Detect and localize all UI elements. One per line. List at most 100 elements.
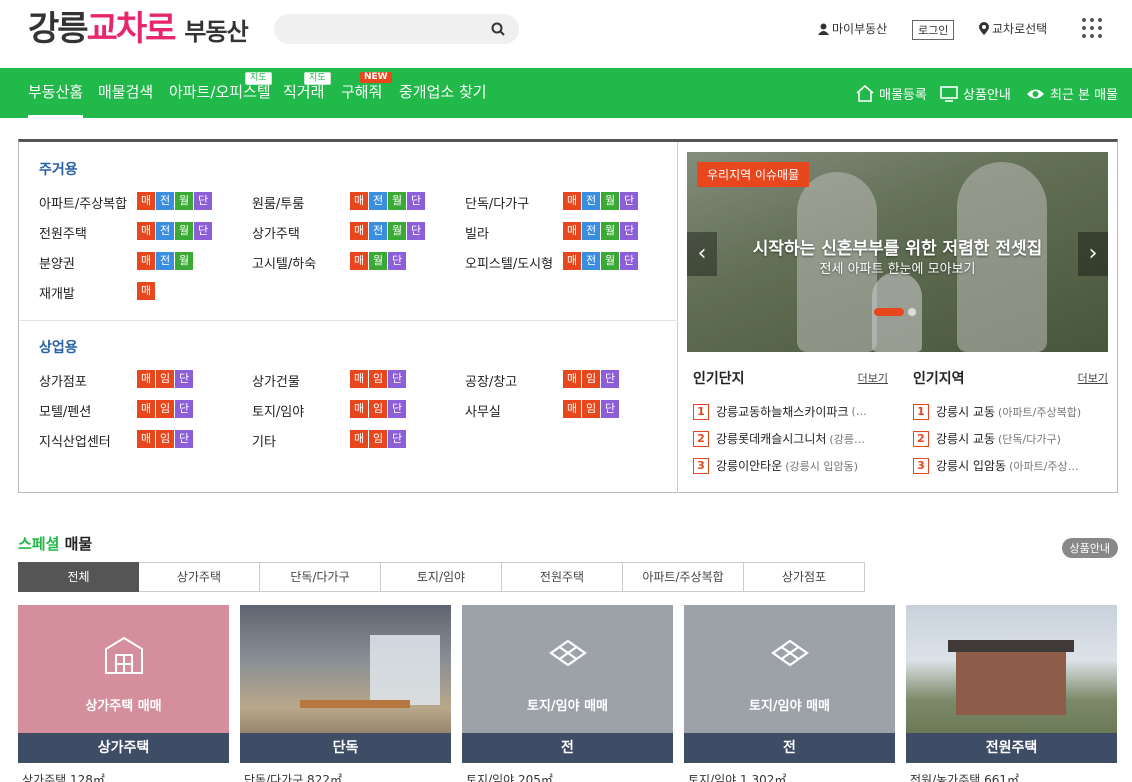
deal-type-tag[interactable]: 전	[156, 192, 174, 210]
category-link[interactable]: 상가주택	[252, 223, 300, 242]
popular-area-more-link[interactable]: 더보기	[1078, 370, 1108, 386]
search-icon[interactable]	[491, 22, 505, 36]
special-tab[interactable]: 상가주택	[139, 562, 260, 592]
deal-type-tag[interactable]: 전	[582, 192, 600, 210]
ranking-item[interactable]: 2 강릉시 교동 (단독/다가구)	[913, 425, 1108, 452]
popular-complex-more-link[interactable]: 더보기	[858, 370, 888, 386]
deal-type-tag[interactable]: 매	[563, 400, 581, 418]
category-link[interactable]: 고시텔/하숙	[252, 253, 316, 272]
category-link[interactable]: 공장/창고	[465, 371, 517, 390]
category-link[interactable]: 지식산업센터	[39, 431, 111, 450]
deal-type-tag[interactable]: 매	[350, 222, 368, 240]
deal-type-tag[interactable]: 단	[620, 192, 638, 210]
card-caption[interactable]: 토지/임야 205㎡	[466, 771, 553, 782]
listing-card[interactable]: 토지/임야 매매 전	[684, 605, 895, 763]
pagination-dot-active[interactable]	[874, 308, 904, 316]
category-link[interactable]: 토지/임야	[252, 401, 304, 420]
deal-type-tag[interactable]: 매	[350, 430, 368, 448]
deal-type-tag[interactable]: 월	[175, 192, 193, 210]
listing-card[interactable]: 토지/임야 매매 전	[462, 605, 673, 763]
route-select-link[interactable]: 교차로선택	[979, 20, 1047, 37]
deal-type-tag[interactable]: 월	[175, 252, 193, 270]
deal-type-tag[interactable]: 임	[156, 400, 174, 418]
deal-type-tag[interactable]: 매	[137, 252, 155, 270]
category-link[interactable]: 아파트/주상복합	[39, 193, 127, 212]
deal-type-tag[interactable]: 월	[601, 222, 619, 240]
nav-item-direct-deal[interactable]: 직거래 지도	[283, 68, 331, 118]
deal-type-tag[interactable]: 월	[388, 222, 406, 240]
deal-type-tag[interactable]: 단	[388, 252, 406, 270]
deal-type-tag[interactable]: 단	[388, 400, 406, 418]
deal-type-tag[interactable]: 전	[156, 252, 174, 270]
category-link[interactable]: 오피스텔/도시형	[465, 253, 553, 272]
register-listing-link[interactable]: 매물등록	[856, 84, 927, 103]
deal-type-tag[interactable]: 단	[388, 430, 406, 448]
deal-type-tag[interactable]: 단	[175, 400, 193, 418]
deal-type-tag[interactable]: 단	[601, 400, 619, 418]
deal-type-tag[interactable]: 매	[137, 282, 155, 300]
deal-type-tag[interactable]: 단	[388, 370, 406, 388]
deal-type-tag[interactable]: 매	[350, 370, 368, 388]
search-input[interactable]	[274, 14, 474, 44]
pagination-dot[interactable]	[908, 308, 916, 316]
deal-type-tag[interactable]: 전	[156, 222, 174, 240]
card-caption[interactable]: 전원/농가주택 661㎡	[910, 771, 1019, 782]
category-link[interactable]: 상가건물	[252, 371, 300, 390]
special-tab[interactable]: 아파트/주상복합	[623, 562, 744, 592]
deal-type-tag[interactable]: 단	[620, 252, 638, 270]
deal-type-tag[interactable]: 단	[407, 222, 425, 240]
category-link[interactable]: 분양권	[39, 253, 75, 272]
category-link[interactable]: 단독/다가구	[465, 193, 529, 212]
deal-type-tag[interactable]: 임	[369, 430, 387, 448]
product-guide-link[interactable]: 상품안내	[940, 84, 1011, 103]
special-guide-button[interactable]: 상품안내	[1061, 538, 1118, 558]
deal-type-tag[interactable]: 전	[369, 222, 387, 240]
deal-type-tag[interactable]: 단	[601, 370, 619, 388]
all-menu-grid-icon[interactable]	[1082, 18, 1102, 38]
ranking-item[interactable]: 3 강릉시 입암동 (아파트/주상…	[913, 452, 1108, 479]
deal-type-tag[interactable]: 매	[137, 430, 155, 448]
category-link[interactable]: 상가점포	[39, 371, 87, 390]
deal-type-tag[interactable]: 임	[156, 370, 174, 388]
nav-item-find-me[interactable]: 구해줘 NEW	[341, 68, 392, 118]
special-tab[interactable]: 전원주택	[502, 562, 623, 592]
nav-item-apartment[interactable]: 아파트/오피스텔 지도	[169, 68, 272, 118]
category-link[interactable]: 재개발	[39, 283, 75, 302]
deal-type-tag[interactable]: 매	[137, 400, 155, 418]
ranking-item[interactable]: 3 강릉이안타운 (강릉시 입암동)	[693, 452, 888, 479]
deal-type-tag[interactable]: 전	[582, 222, 600, 240]
listing-card[interactable]: 상가주택 매매 상가주택	[18, 605, 229, 763]
listing-card[interactable]: 전원주택	[906, 605, 1117, 763]
banner-prev-arrow-icon[interactable]: ‹	[687, 232, 717, 276]
deal-type-tag[interactable]: 단	[194, 222, 212, 240]
deal-type-tag[interactable]: 매	[137, 222, 155, 240]
deal-type-tag[interactable]: 매	[563, 370, 581, 388]
deal-type-tag[interactable]: 단	[407, 192, 425, 210]
deal-type-tag[interactable]: 임	[582, 400, 600, 418]
deal-type-tag[interactable]: 월	[601, 192, 619, 210]
special-tab[interactable]: 전체	[18, 562, 139, 592]
listing-card[interactable]: 단독	[240, 605, 451, 763]
deal-type-tag[interactable]: 단	[194, 192, 212, 210]
category-link[interactable]: 모텔/펜션	[39, 401, 91, 420]
deal-type-tag[interactable]: 매	[563, 222, 581, 240]
deal-type-tag[interactable]: 매	[137, 192, 155, 210]
deal-type-tag[interactable]: 매	[137, 370, 155, 388]
login-button[interactable]: 로그인	[912, 20, 955, 40]
deal-type-tag[interactable]: 임	[582, 370, 600, 388]
card-caption[interactable]: 토지/임야 1,302㎡	[688, 771, 786, 782]
category-link[interactable]: 사무실	[465, 401, 501, 420]
deal-type-tag[interactable]: 매	[350, 192, 368, 210]
deal-type-tag[interactable]: 단	[175, 430, 193, 448]
ranking-item[interactable]: 1 강릉시 교동 (아파트/주상복합)	[913, 398, 1108, 425]
deal-type-tag[interactable]: 월	[369, 252, 387, 270]
nav-item-search[interactable]: 매물검색	[98, 68, 153, 118]
ranking-item[interactable]: 1 강릉교동하늘채스카이파크 (…	[693, 398, 888, 425]
issue-banner[interactable]: 우리지역 이슈매물 시작하는 신혼부부를 위한 저렴한 전셋집 전세 아파트 한…	[687, 152, 1108, 352]
deal-type-tag[interactable]: 매	[350, 252, 368, 270]
category-link[interactable]: 빌라	[465, 223, 489, 242]
deal-type-tag[interactable]: 월	[175, 222, 193, 240]
deal-type-tag[interactable]: 임	[369, 400, 387, 418]
deal-type-tag[interactable]: 단	[620, 222, 638, 240]
card-caption[interactable]: 상가주택 128㎡	[22, 771, 105, 782]
